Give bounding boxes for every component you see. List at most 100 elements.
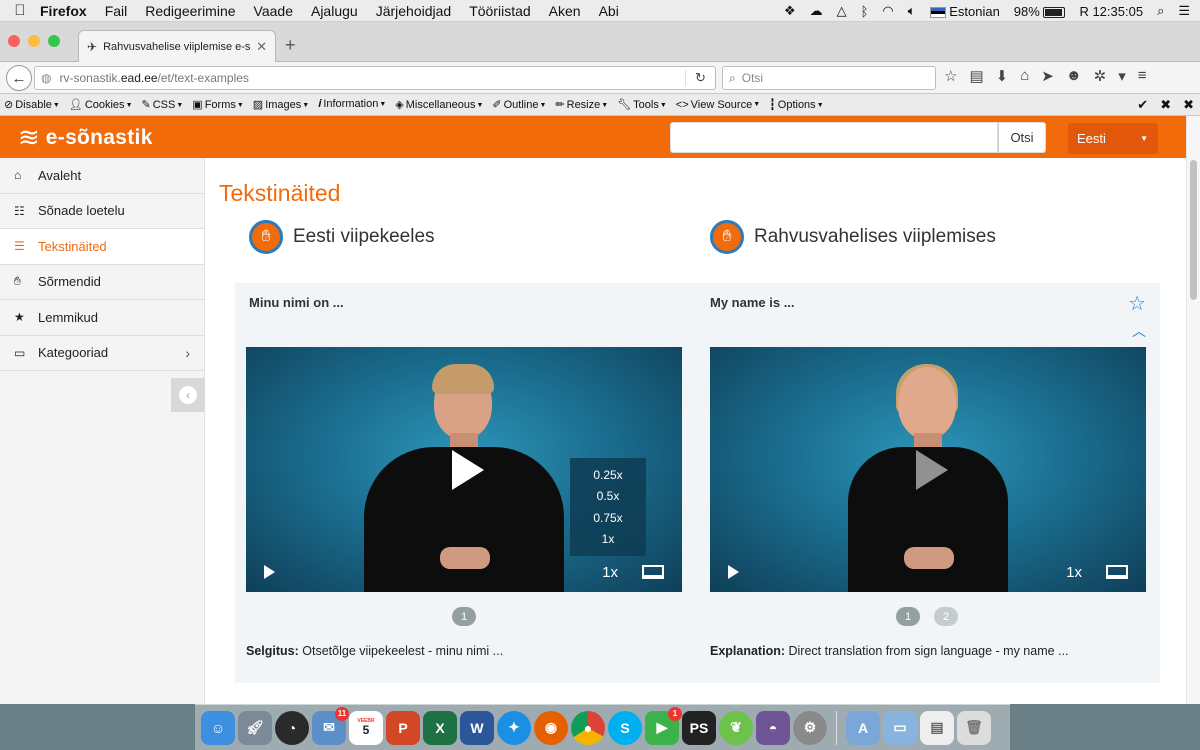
play-icon[interactable] [728,565,739,579]
documents-folder-icon[interactable]: ▭ [883,710,917,745]
page-button-2[interactable]: 2 [934,607,958,626]
sidebar-item-kategooriad[interactable]: ▭ Kategooriad › [0,335,204,371]
menu-help[interactable]: Abi [599,3,619,19]
menu-app-firefox[interactable]: Firefox [40,3,87,19]
bookmark-star-icon[interactable]: ☆ [944,67,957,85]
mail-icon[interactable]: ✉ 11 [312,706,349,745]
favorite-star-icon[interactable]: ☆ [1128,291,1146,316]
share-icon[interactable]: ➤ [1041,67,1054,85]
page-button-1[interactable]: 1 [452,607,476,626]
skype-icon[interactable]: S [608,710,642,745]
browser-search-bar[interactable]: ⌕ Otsi [722,66,936,90]
devbar-forms[interactable]: ▣ Forms▼ [192,98,244,111]
launchpad-icon[interactable]: 🚀︎ [238,710,272,745]
play-icon[interactable] [264,565,275,579]
close-tab-icon[interactable]: ✕ [256,39,267,55]
applications-folder-icon[interactable]: A [846,710,880,745]
battery-menu[interactable]: 98% [1014,4,1066,19]
dashboard-icon[interactable]: ◔ [275,710,309,745]
close-x-icon[interactable]: ✖ [1160,97,1171,113]
language-select[interactable]: Eesti ▼ [1068,123,1158,154]
devbar-images[interactable]: ▨ Images▼ [253,98,309,111]
globe-icon[interactable]: ◍ [41,71,51,85]
menu-view[interactable]: Vaade [254,3,293,19]
site-logo[interactable]: ≋ e-sõnastik [18,122,153,153]
menu-file[interactable]: Fail [105,3,128,19]
sidebar-item-sonade-loetelu[interactable]: ☷ Sõnade loetelu [0,193,204,229]
fullscreen-icon[interactable] [642,565,664,579]
back-button[interactable]: ← [6,65,32,91]
bluetooth-icon[interactable]: ᛒ [861,4,869,19]
wifi-icon[interactable]: ◠ [882,3,893,19]
playback-speed-button[interactable]: 1x [602,564,618,581]
checkmark-icon[interactable]: ✔ [1137,97,1148,113]
safari-icon[interactable]: ✦ [497,710,531,745]
powerpoint-icon[interactable]: P [386,710,420,745]
new-tab-icon[interactable]: + [285,35,296,56]
play-overlay-icon[interactable] [916,449,948,490]
devbar-resize[interactable]: ✏ Resize▼ [555,98,608,111]
minimize-window-button[interactable] [28,35,40,47]
drive-icon[interactable]: △ [837,3,847,19]
sidebar-collapse-button[interactable]: ‹ [171,378,205,412]
page-button-1[interactable]: 1 [896,607,920,626]
page-scrollbar[interactable] [1186,116,1200,704]
sidebar-item-lemmikud[interactable]: ★ Lemmikud [0,300,204,336]
downloads-icon[interactable]: ⬇ [996,67,1009,85]
apple-menu-icon[interactable]:  [0,2,40,19]
devbar-tools[interactable]: 🔧︎ Tools▼ [617,98,667,111]
input-source-menu[interactable]: Estonian [929,4,1000,19]
devbar-options[interactable]: ┇ Options▼ [769,98,823,111]
facetime-icon[interactable]: ▶ 1 [645,706,682,745]
url-text[interactable]: rv-sonastik.ead.ee/et/text-examples [59,71,685,85]
devbar-view-source[interactable]: <> View Source▼ [676,99,760,111]
reload-icon[interactable]: ↻ [685,70,715,86]
playback-speed-button[interactable]: 1x [1066,564,1082,581]
trash-icon[interactable]: 🗑︎ [957,710,991,745]
phpstorm-icon[interactable]: PS [682,710,716,745]
zoom-window-button[interactable] [48,35,60,47]
close-window-button[interactable] [8,35,20,47]
home-browser-icon[interactable]: ⌂ [1020,67,1029,85]
menu-window[interactable]: Aken [549,3,581,19]
menu-bookmarks[interactable]: Järjehoidjad [376,3,452,19]
url-bar[interactable]: ◍ rv-sonastik.ead.ee/et/text-examples ↻ [34,66,716,90]
word-icon[interactable]: W [460,710,494,745]
devbar-disable[interactable]: ⊘ Disable▼ [4,98,60,111]
video-player-international[interactable]: 1x [710,347,1146,592]
speed-option-025[interactable]: 0.25x [593,468,622,482]
github-icon[interactable]: ◓ [756,710,790,745]
fullscreen-icon[interactable] [1106,565,1128,579]
devbar-cookies[interactable]: 👤︎ Cookies▼ [69,98,133,111]
devbar-information[interactable]: 𝒊 Information▼ [318,98,386,111]
notification-center-icon[interactable]: ☰ [1178,3,1190,19]
menu-tools[interactable]: Tööriistad [469,3,530,19]
sidebar-item-avaleht[interactable]: ⌂ Avaleht [0,158,204,194]
speed-option-075[interactable]: 0.75x [593,511,622,525]
spotlight-icon[interactable]: ⌕ [1157,3,1164,19]
speed-option-05[interactable]: 0.5x [597,489,620,503]
system-preferences-icon[interactable]: ⚙ [793,710,827,745]
close-toolbar-icon[interactable]: ✖ [1183,97,1194,113]
site-search-button[interactable]: Otsi [998,122,1046,153]
firefox-icon[interactable]: ◉ [534,710,568,745]
clock[interactable]: R 12:35:05 [1079,4,1143,19]
leaf-app-icon[interactable]: ❦ [719,710,753,745]
scrollbar-thumb[interactable] [1190,160,1197,300]
chevron-up-icon[interactable]: ︿ [1132,321,1146,341]
speed-option-1[interactable]: 1x [602,532,615,546]
chrome-icon[interactable]: ● [571,710,605,745]
sidebar-item-sormendid[interactable]: ✋︎ Sõrmendid [0,264,204,300]
extension-icon[interactable]: ✲ [1094,67,1107,85]
excel-icon[interactable]: X [423,710,457,745]
volume-icon[interactable]: 🔈︎ [908,3,916,19]
cloud-icon[interactable]: ☁ [810,3,823,19]
calendar-icon[interactable]: VEEBR 5 [349,710,383,745]
devbar-outline[interactable]: ✐ Outline▼ [492,98,546,111]
dropbox-icon[interactable]: ❖ [784,3,796,19]
overflow-chevron-icon[interactable]: ▾ [1118,67,1126,85]
browser-tab-active[interactable]: ✈ Rahvusvahelise viiplemise e-s… ✕ [78,30,276,62]
reading-list-icon[interactable]: ▤ [969,67,983,85]
document-stack-icon[interactable]: ▤ [920,710,954,745]
chat-icon[interactable]: ☻ [1066,67,1082,85]
